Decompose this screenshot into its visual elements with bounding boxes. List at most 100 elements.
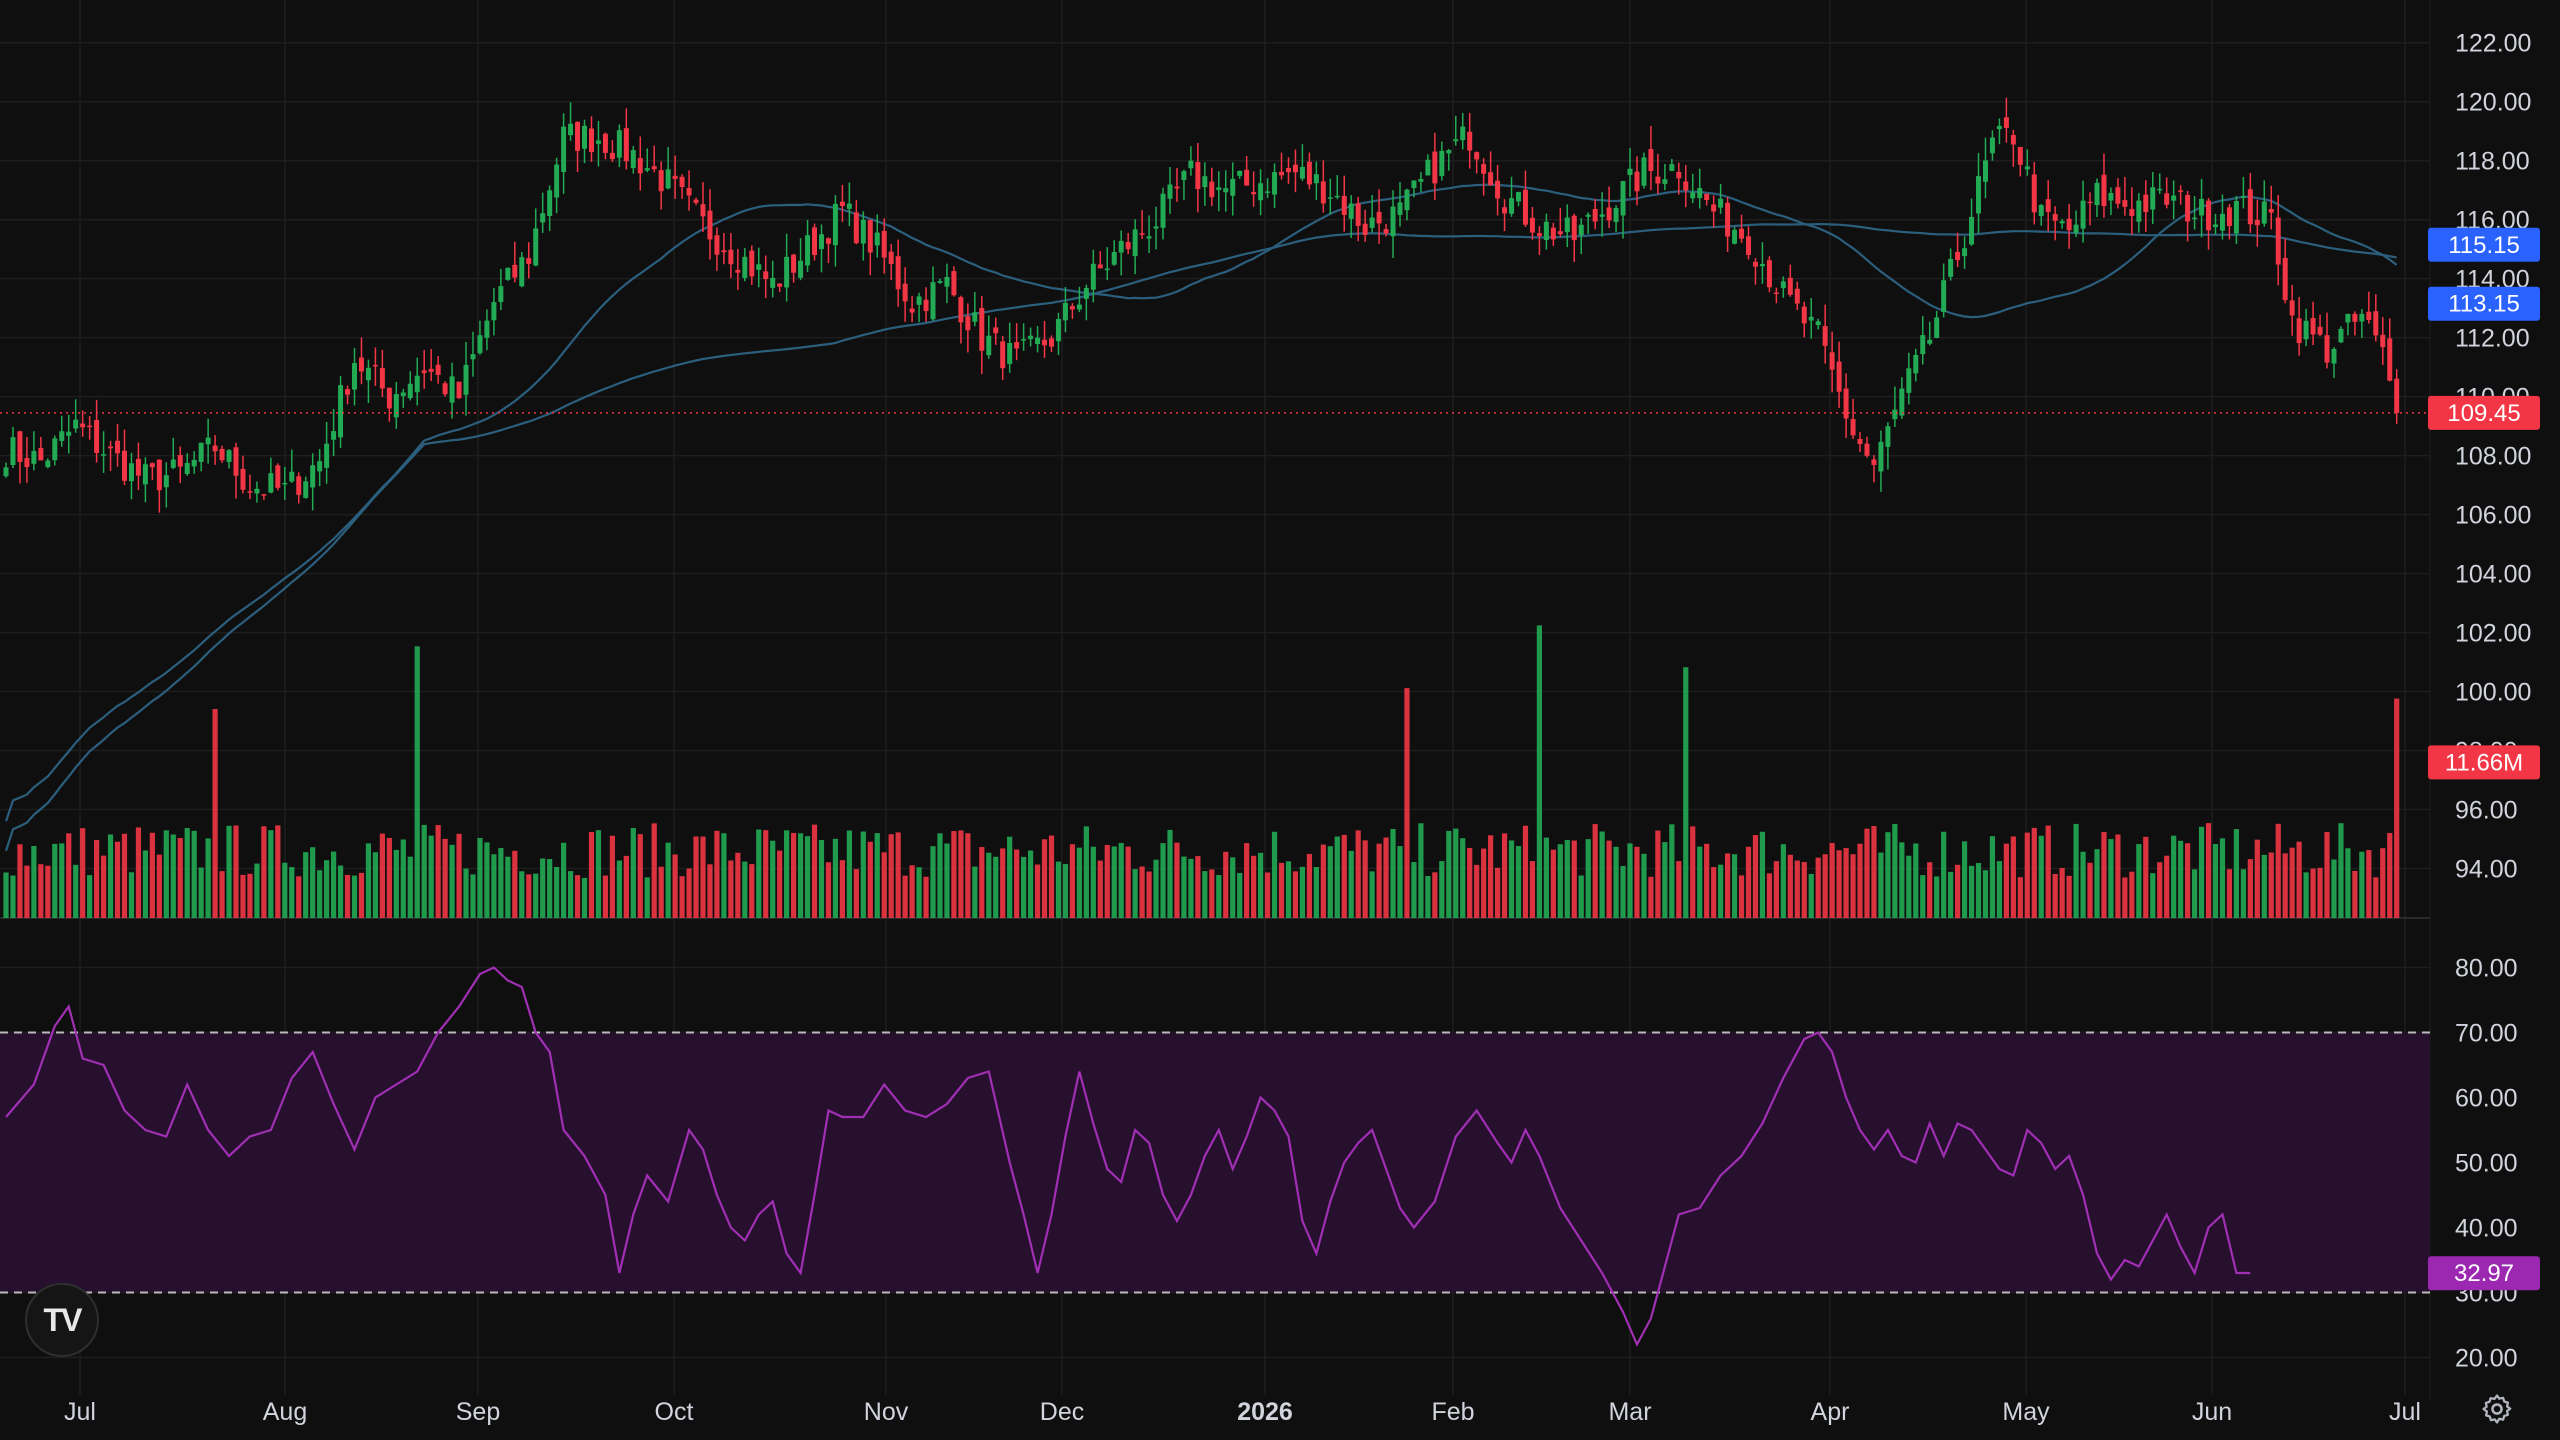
volume-bar [100, 855, 107, 918]
candle [1955, 232, 1961, 268]
candle [2282, 238, 2288, 304]
candle [1969, 198, 1975, 246]
volume-bar [937, 833, 943, 918]
candle [1976, 152, 1982, 234]
gear-icon[interactable] [2480, 1392, 2514, 1426]
candle [930, 266, 936, 321]
volume-bar [567, 871, 574, 918]
time-axis[interactable]: Jul Aug Sep Oct Nov Dec 2026 Feb Mar Apr May Jun Jul [64, 1398, 2421, 1426]
volume-bar [2024, 832, 2030, 918]
volume-bar [846, 830, 852, 918]
volume-bar [895, 832, 901, 918]
volume-bar [73, 864, 79, 918]
candle [1801, 301, 1807, 338]
volume-bar [1118, 843, 1124, 918]
volume-bar [1683, 667, 1689, 918]
volume-bar [1418, 823, 1424, 918]
candle [212, 435, 218, 465]
volume-bar [1620, 865, 1626, 918]
volume-bar [170, 834, 176, 918]
candle [94, 399, 100, 463]
volume-bar [1146, 871, 1152, 918]
candle [414, 357, 420, 406]
volume-bar [324, 860, 330, 918]
volume-bar [1216, 875, 1222, 918]
volume-bar [94, 840, 100, 918]
candle [1014, 323, 1020, 361]
candle [1139, 210, 1145, 239]
candle [1718, 183, 1724, 214]
volume-bar [1355, 830, 1361, 918]
candle [602, 132, 608, 160]
candle [1390, 190, 1396, 259]
candle [770, 260, 776, 298]
volume-bar [1062, 863, 1069, 918]
candle [1488, 151, 1494, 186]
rsi-band [0, 1031, 2430, 1294]
volume-bar [804, 836, 811, 918]
candle [1606, 186, 1612, 229]
svg-text:109.45: 109.45 [2447, 400, 2520, 427]
volume-bar [1822, 854, 1828, 918]
candle [665, 146, 671, 190]
volume-bar [1230, 857, 1236, 918]
volume-bar [317, 870, 323, 918]
volume-bar [1641, 853, 1647, 918]
candle [1306, 152, 1312, 190]
candle [1850, 398, 1856, 439]
volume-bar [1578, 875, 1584, 918]
volume-bar [1543, 837, 1549, 918]
candle [407, 371, 413, 401]
candle [1341, 175, 1347, 232]
volume-bar [519, 871, 525, 918]
candle [1062, 286, 1068, 333]
volume-bar [602, 875, 609, 918]
volume-bar [177, 838, 183, 918]
volume-bar [80, 828, 86, 918]
candle [1251, 171, 1257, 207]
volume-bar [407, 856, 413, 918]
candle [205, 418, 211, 464]
candle [1815, 318, 1821, 330]
candle [1000, 335, 1006, 381]
candle [568, 102, 574, 141]
candle [2115, 178, 2121, 209]
volume-bar [1934, 876, 1940, 918]
candle [386, 387, 392, 422]
candle [1216, 171, 1222, 212]
volume-bar [2052, 874, 2058, 918]
volume-bar [2059, 868, 2065, 918]
price-chart[interactable]: 122.00120.00118.00116.00114.00112.00110.… [0, 0, 2560, 1440]
candle [31, 431, 37, 471]
volume-bar [1202, 871, 1208, 918]
volume-bar [372, 852, 379, 918]
volume-bar [1299, 866, 1306, 918]
volume-bar [1669, 824, 1675, 918]
candle [2185, 190, 2191, 242]
candle [2052, 206, 2058, 241]
volume-bar [1850, 854, 1856, 918]
candle [993, 317, 999, 345]
candle [1836, 341, 1842, 408]
volume-bar [902, 875, 908, 918]
volume-bar [1515, 846, 1522, 918]
candle [1759, 242, 1765, 284]
volume-bar [1027, 850, 1034, 918]
candle [588, 116, 594, 162]
volume-bar [1494, 867, 1501, 918]
volume-bar [651, 823, 657, 918]
volume-bars [3, 625, 2400, 918]
volume-bar [2150, 873, 2156, 918]
volume-bar [303, 852, 309, 918]
candle [498, 269, 504, 311]
volume-bar [2178, 840, 2184, 918]
volume-bar [233, 825, 239, 918]
candle [393, 381, 399, 429]
candle [1055, 312, 1061, 355]
volume-bar [1829, 843, 1835, 918]
volume-bar [1348, 850, 1354, 918]
candle [1739, 214, 1745, 243]
time-tick-label: Mar [1608, 1398, 1651, 1426]
rsi-tick-label: 40.00 [2455, 1215, 2518, 1243]
tradingview-logo[interactable]: TV [25, 1283, 99, 1357]
